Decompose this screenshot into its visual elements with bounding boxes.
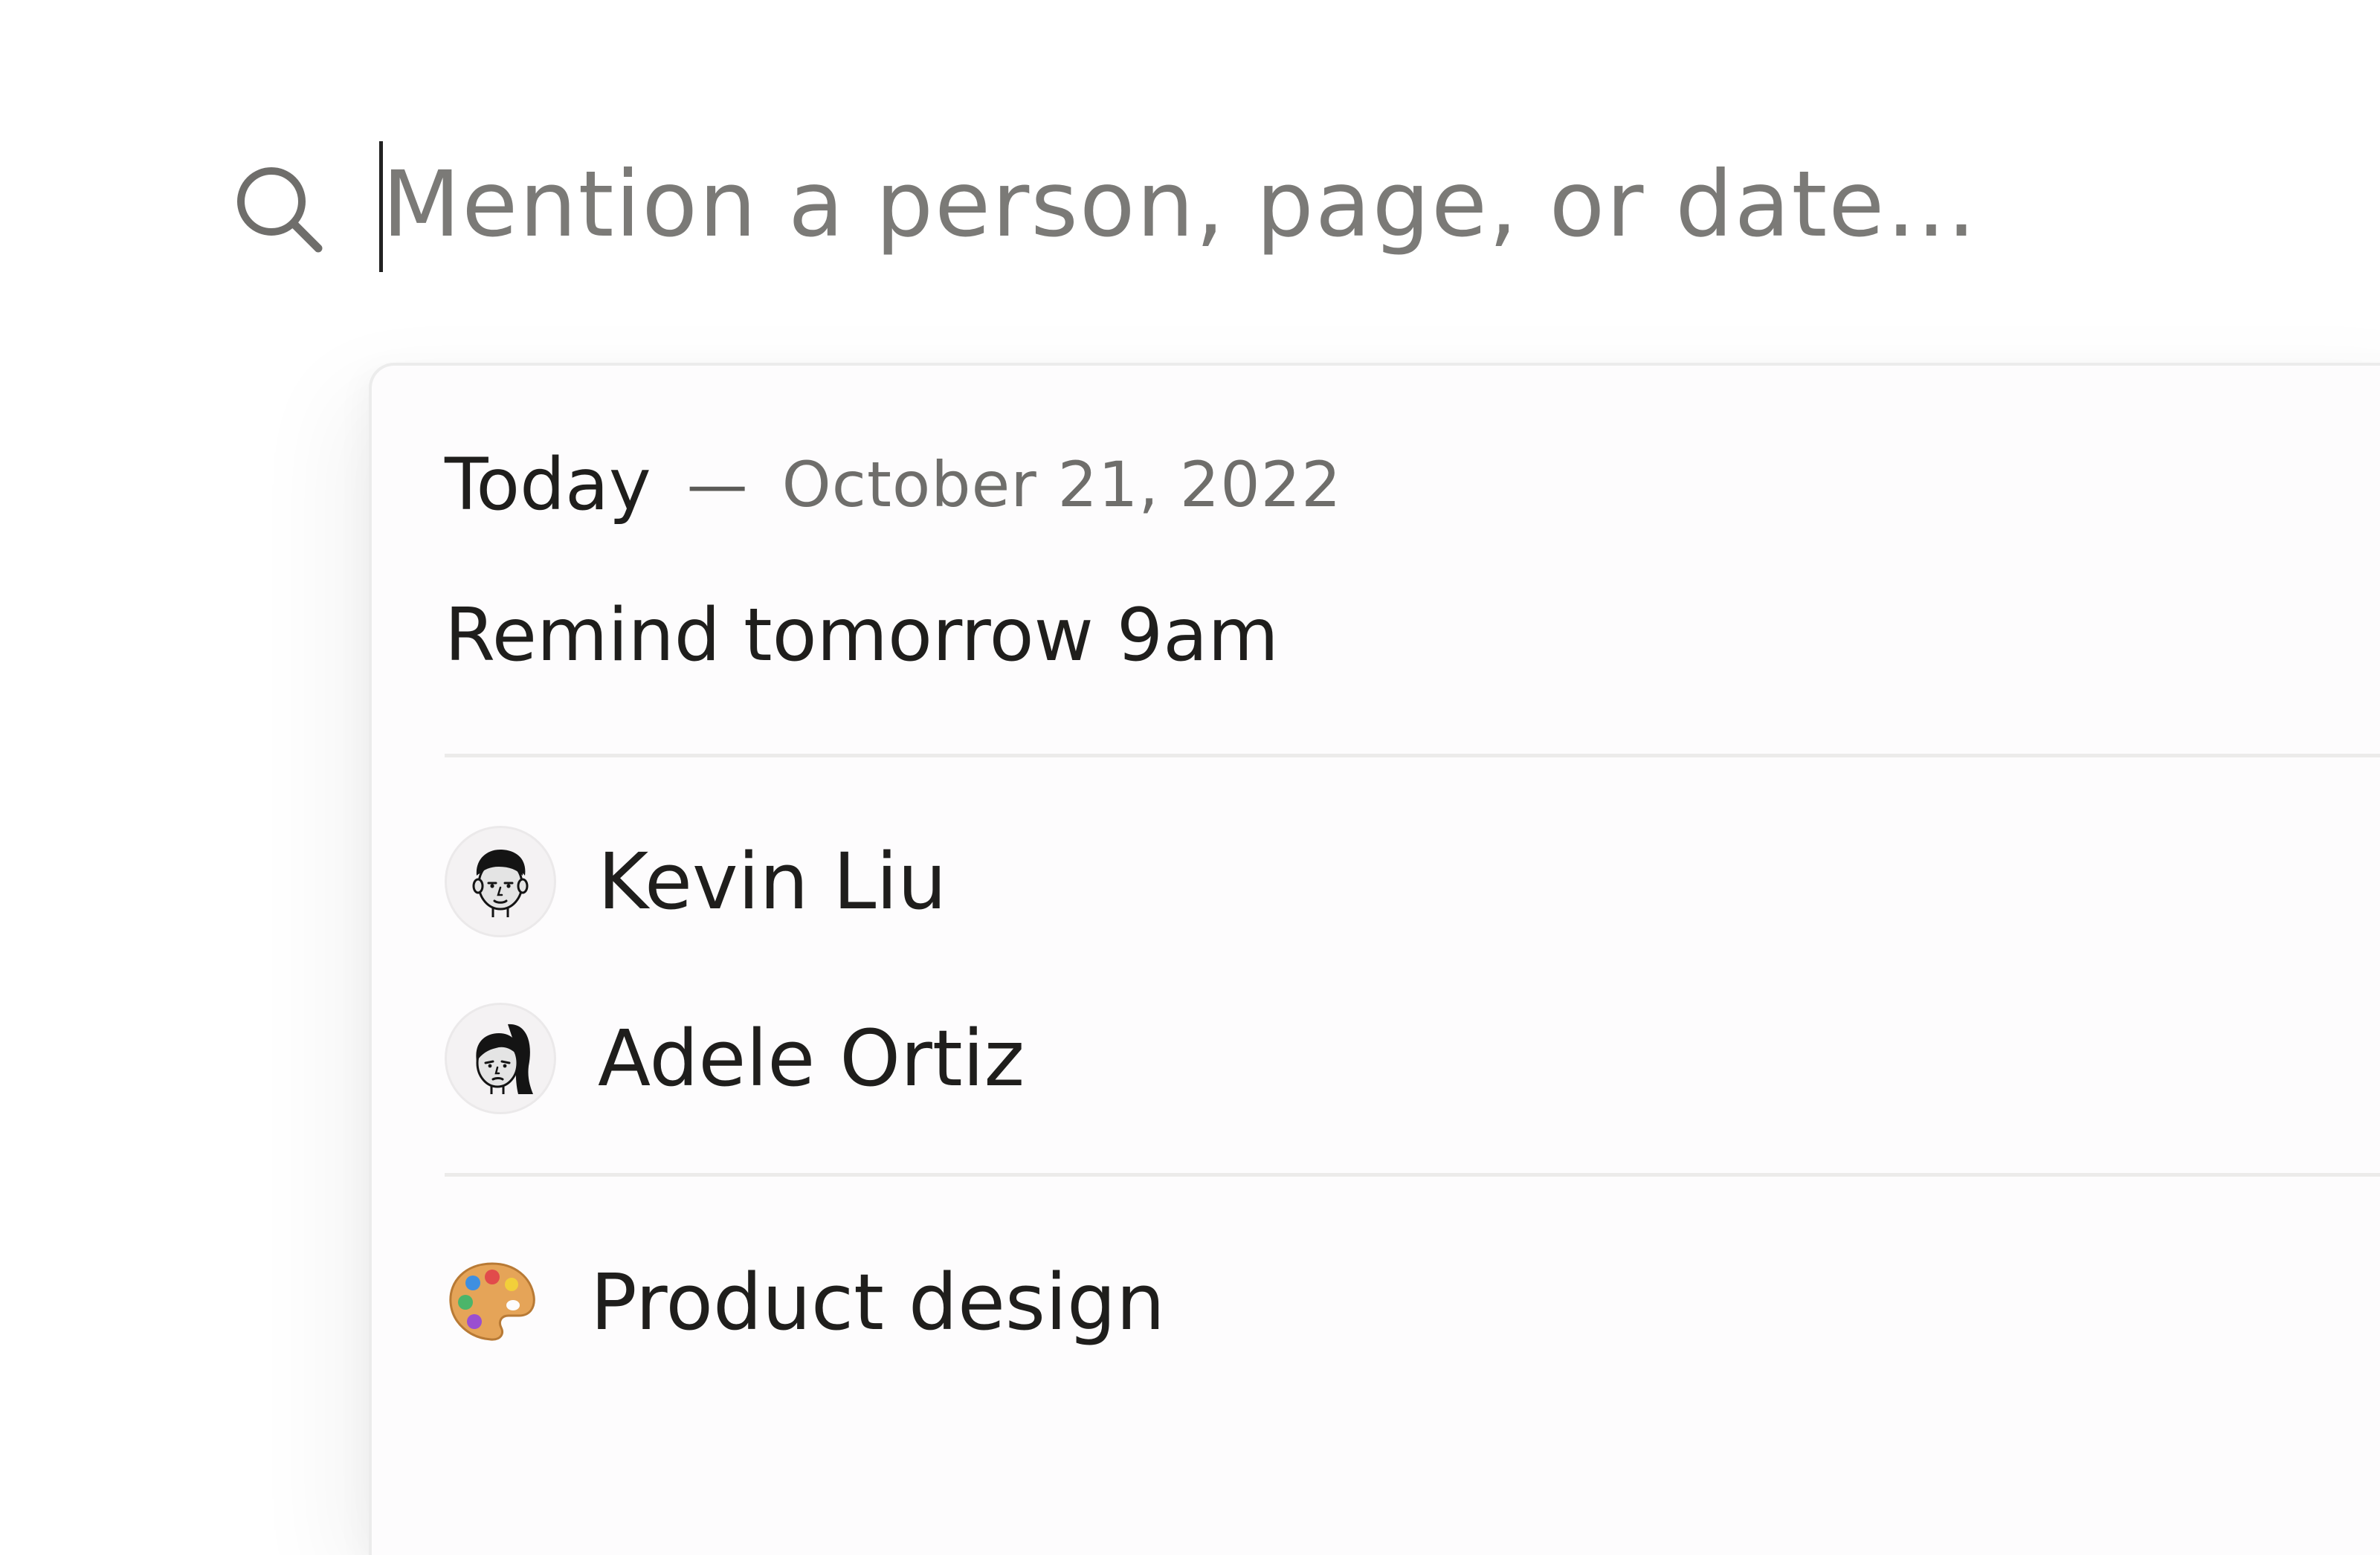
search-icon <box>230 161 327 257</box>
mention-search-bar <box>230 134 2312 275</box>
today-date: October 21, 2022 <box>781 448 1342 521</box>
mention-search-input[interactable] <box>379 149 2241 260</box>
artist-palette-icon <box>445 1255 540 1350</box>
suggestion-reminder[interactable]: Remind tomorrow 9am <box>372 587 2380 684</box>
suggestion-page-product-design[interactable]: Product design <box>372 1243 2380 1362</box>
avatar-adele-icon <box>445 1003 556 1114</box>
suggestion-person-kevin-liu[interactable]: Kevin Liu <box>372 822 2380 941</box>
section-divider <box>445 754 2380 757</box>
text-caret <box>379 141 383 272</box>
suggestion-today[interactable]: Today — October 21, 2022 <box>372 440 2380 529</box>
section-divider <box>445 1173 2380 1177</box>
person-name: Kevin Liu <box>598 836 947 927</box>
mention-suggestions-menu: Today — October 21, 2022 Remind tomorrow… <box>369 363 2380 1555</box>
today-separator: — <box>686 449 748 520</box>
today-label: Today <box>445 443 651 526</box>
page-title: Product design <box>590 1257 1165 1348</box>
suggestion-person-adele-ortiz[interactable]: Adele Ortiz <box>372 999 2380 1118</box>
avatar-kevin-icon <box>445 826 556 937</box>
reminder-label: Remind tomorrow 9am <box>445 593 1279 678</box>
person-name: Adele Ortiz <box>598 1013 1025 1104</box>
